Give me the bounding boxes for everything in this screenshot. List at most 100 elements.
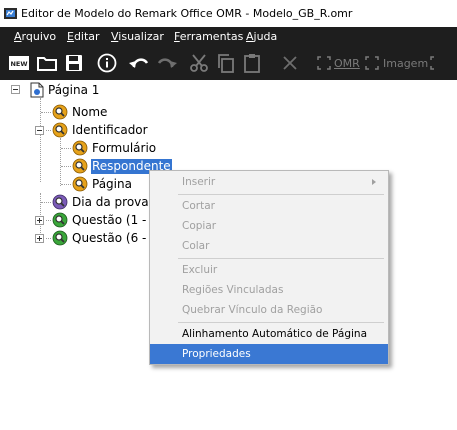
tree-node-pagina[interactable]: Página — [72, 175, 133, 193]
submenu-arrow-icon — [372, 179, 376, 185]
magnifier-orange-icon — [52, 122, 68, 138]
tree-node-formulario[interactable]: Formulário — [72, 139, 157, 157]
expand-questao1-toggle[interactable] — [35, 216, 44, 225]
menu-accel: E — [67, 30, 74, 43]
menu-item-excluir[interactable]: Excluir — [150, 260, 388, 280]
cut-button[interactable] — [188, 51, 210, 75]
menu-item-label: Colar — [182, 240, 210, 252]
menu-editar[interactable]: Editar — [67, 30, 100, 43]
app-icon — [4, 8, 17, 19]
tree-connector — [46, 238, 51, 239]
menu-item-regioes-vinculadas[interactable]: Regiões Vinculadas — [150, 280, 388, 300]
menu-separator — [178, 194, 384, 195]
tree-connector — [46, 220, 51, 221]
window-title: Editor de Modelo do Remark Office OMR - … — [21, 7, 353, 20]
tree-connector — [41, 112, 51, 113]
close-icon — [283, 56, 297, 70]
redo-icon — [157, 58, 177, 68]
region-tool-icon[interactable] — [428, 51, 446, 75]
magnifier-purple-icon — [52, 194, 68, 210]
tree-label-questao-1: Questão (1 - 5 — [72, 212, 158, 227]
tree-label-page: Página 1 — [48, 82, 100, 97]
save-icon — [66, 55, 82, 71]
info-icon — [97, 53, 117, 73]
menu-label: rquivo — [21, 30, 57, 43]
menu-item-label: Quebrar Vínculo da Região — [182, 304, 323, 316]
title-bar: Editor de Modelo do Remark Office OMR - … — [0, 0, 457, 27]
save-button[interactable] — [63, 51, 85, 75]
menu-item-label: Alinhamento Automático de Página — [182, 328, 368, 340]
menu-bar: Arquivo Editar Visualizar Ferramentas Aj… — [0, 27, 457, 46]
tree-connector — [40, 98, 41, 182]
clipboard-icon — [244, 54, 260, 73]
tree-label-identificador: Identificador — [72, 122, 148, 137]
magnifier-green-icon — [52, 230, 68, 246]
menu-accel: A — [14, 30, 22, 43]
tree-connector — [61, 166, 71, 167]
menu-item-colar[interactable]: Colar — [150, 236, 388, 256]
context-menu: Inserir Cortar Copiar Colar Excluir Regi… — [149, 170, 389, 365]
tree-label-formulario: Formulário — [92, 140, 157, 155]
undo-icon — [129, 58, 149, 68]
tree-connector — [60, 138, 61, 186]
page-icon — [30, 82, 44, 98]
tree-node-nome[interactable]: Nome — [52, 103, 108, 121]
tree-connector — [61, 148, 71, 149]
menu-item-alinhamento-automatico[interactable]: Alinhamento Automático de Página — [150, 324, 388, 344]
magnifier-orange-icon — [72, 158, 88, 174]
open-folder-button[interactable] — [36, 51, 58, 75]
folder-icon — [37, 57, 57, 71]
menu-item-label: Inserir — [182, 176, 216, 188]
copy-button[interactable] — [215, 51, 237, 75]
menu-ajuda[interactable]: Ajuda — [246, 30, 277, 43]
menu-visualizar[interactable]: Visualizar — [111, 30, 164, 43]
tree-label-dia-da-prova: Dia da prova — [72, 194, 149, 209]
redo-button[interactable] — [155, 51, 179, 75]
menu-separator — [178, 322, 384, 323]
magnifier-orange-icon — [72, 176, 88, 192]
magnifier-orange-icon — [52, 104, 68, 120]
tree-node-identificador[interactable]: Identificador — [52, 121, 149, 139]
tree-connector — [61, 184, 71, 185]
menu-item-propriedades[interactable]: Propriedades — [150, 344, 388, 364]
magnifier-green-icon — [52, 212, 68, 228]
tree-label-pagina: Página — [92, 176, 132, 191]
magnifier-orange-icon — [72, 140, 88, 156]
tree-node-questao-2[interactable]: Questão (6 - 1 — [52, 229, 159, 247]
menu-item-quebrar-vinculo[interactable]: Quebrar Vínculo da Região — [150, 300, 388, 320]
tree-label-questao-2: Questão (6 - 1 — [72, 230, 158, 245]
menu-item-copiar[interactable]: Copiar — [150, 216, 388, 236]
new-badge-text: NEW — [10, 60, 27, 68]
undo-button[interactable] — [127, 51, 151, 75]
menu-label: ditar — [73, 30, 100, 43]
menu-item-label: Propriedades — [182, 348, 251, 360]
menu-item-label: Regiões Vinculadas — [182, 284, 284, 296]
collapse-page-toggle[interactable] — [11, 85, 20, 94]
collapse-identificador-toggle[interactable] — [35, 126, 44, 135]
menu-accel: A — [246, 30, 254, 43]
tree-connector — [46, 130, 51, 131]
omr-region-button[interactable]: OMR — [334, 57, 360, 70]
paste-button[interactable] — [241, 51, 263, 75]
menu-label: juda — [253, 30, 278, 43]
menu-separator — [178, 258, 384, 259]
expand-questao2-toggle[interactable] — [35, 234, 44, 243]
menu-item-inserir[interactable]: Inserir — [150, 172, 388, 192]
new-button[interactable]: NEW — [8, 51, 30, 75]
menu-ferramentas[interactable]: Ferramentas — [174, 30, 243, 43]
omr-region-icon — [315, 51, 333, 75]
image-region-icon — [363, 51, 381, 75]
toolbar: NEW OMR Imagem — [0, 46, 457, 80]
tree-node-dia-da-prova[interactable]: Dia da prova — [52, 193, 150, 211]
scissors-icon — [190, 54, 208, 72]
image-region-button[interactable]: Imagem — [383, 57, 428, 70]
menu-label: isualizar — [118, 30, 164, 43]
menu-arquivo[interactable]: Arquivo — [14, 30, 56, 43]
menu-item-label: Excluir — [182, 264, 218, 276]
delete-button[interactable] — [280, 51, 300, 75]
menu-item-cortar[interactable]: Cortar — [150, 196, 388, 216]
tree-node-questao-1[interactable]: Questão (1 - 5 — [52, 211, 159, 229]
tree-node-page[interactable]: Página 1 — [30, 81, 100, 99]
info-button[interactable] — [96, 51, 118, 75]
menu-item-label: Cortar — [182, 200, 215, 212]
